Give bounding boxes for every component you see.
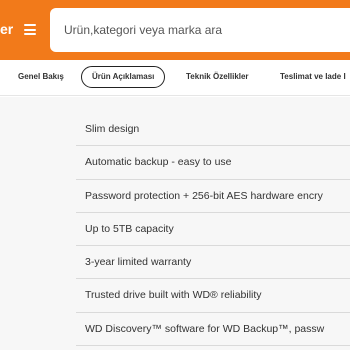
product-tabs: Genel Bakış Ürün Açıklaması Teknik Özell… [0, 60, 350, 96]
tab-overview[interactable]: Genel Bakış [18, 66, 64, 88]
feature-item: Automatic backup - easy to use [76, 146, 350, 180]
feature-item: WD Discovery™ software for WD Backup™, p… [76, 313, 350, 347]
tab-delivery-returns[interactable]: Teslimat ve Iade I [280, 66, 346, 88]
top-header: er [0, 0, 350, 60]
feature-item: Up to 5TB capacity [76, 213, 350, 247]
feature-item: 3-year limited warranty [76, 246, 350, 280]
feature-item: Password protection + 256-bit AES hardwa… [76, 180, 350, 213]
search-input[interactable] [50, 8, 350, 52]
feature-item: Trusted drive built with WD® reliability [76, 279, 350, 313]
feature-list: Slim design Automatic backup - easy to u… [76, 113, 350, 347]
hamburger-menu-icon[interactable] [24, 24, 36, 35]
tab-technical-specs[interactable]: Teknik Özellikler [186, 66, 249, 88]
logo[interactable]: er [0, 21, 13, 37]
search-box [50, 8, 350, 52]
feature-item: Slim design [76, 113, 350, 147]
tab-product-description[interactable]: Ürün Açıklaması [81, 66, 166, 88]
product-description-panel: Slim design Automatic backup - easy to u… [0, 97, 350, 350]
